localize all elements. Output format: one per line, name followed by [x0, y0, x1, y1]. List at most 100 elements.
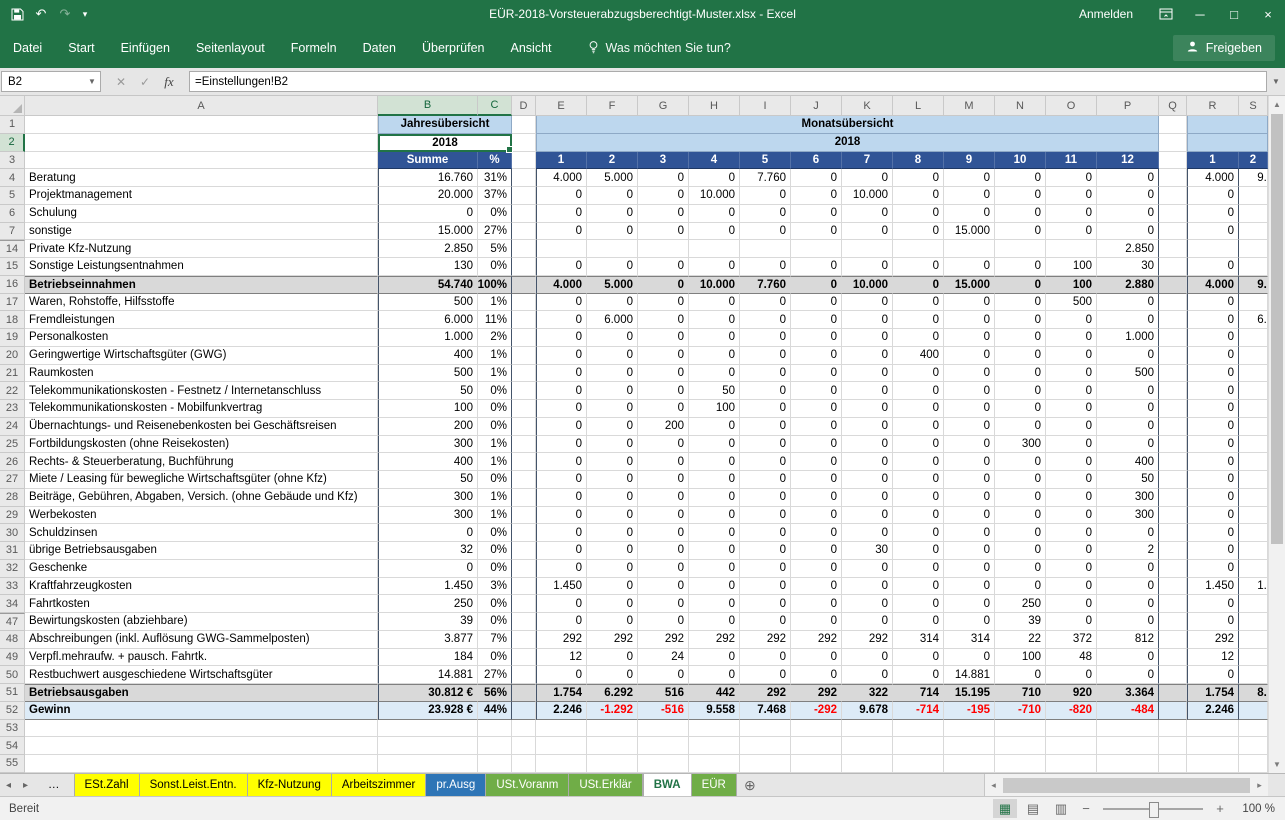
cell-R3[interactable]: 1 [1187, 152, 1239, 170]
cell-E7[interactable]: 0 [536, 223, 587, 241]
cell-D31[interactable] [512, 542, 536, 560]
cell-S55[interactable] [1239, 755, 1268, 773]
cell-S16[interactable]: 9.000 [1239, 276, 1268, 294]
cell-G19[interactable]: 0 [638, 329, 689, 347]
cell-P29[interactable]: 300 [1097, 507, 1159, 525]
cell-R1[interactable] [1187, 116, 1268, 134]
cell-N30[interactable]: 0 [995, 524, 1046, 542]
cell-I6[interactable]: 0 [740, 205, 791, 223]
cell-M30[interactable]: 0 [944, 524, 995, 542]
cell-M26[interactable]: 0 [944, 453, 995, 471]
cell-R18[interactable]: 0 [1187, 311, 1239, 329]
cell-O6[interactable]: 0 [1046, 205, 1097, 223]
cell-B33[interactable]: 1.450 [378, 578, 478, 596]
cell-N21[interactable]: 0 [995, 365, 1046, 383]
cell-O24[interactable]: 0 [1046, 418, 1097, 436]
row-header-47[interactable]: 47 [0, 613, 25, 631]
cell-L51[interactable]: 714 [893, 684, 944, 702]
cell-F49[interactable]: 0 [587, 649, 638, 667]
cell-Q49[interactable] [1159, 649, 1187, 667]
cell-E22[interactable]: 0 [536, 382, 587, 400]
cell-K26[interactable]: 0 [842, 453, 893, 471]
cell-N16[interactable]: 0 [995, 276, 1046, 294]
cell-J24[interactable]: 0 [791, 418, 842, 436]
zoom-slider-thumb[interactable] [1149, 802, 1159, 818]
cell-L14[interactable] [893, 240, 944, 258]
cell-A18[interactable]: Fremdleistungen [25, 311, 378, 329]
cell-Q47[interactable] [1159, 613, 1187, 631]
cell-J5[interactable]: 0 [791, 187, 842, 205]
cell-N50[interactable]: 0 [995, 666, 1046, 684]
cell-K3[interactable]: 7 [842, 152, 893, 170]
cell-A14[interactable]: Private Kfz-Nutzung [25, 240, 378, 258]
row-header-5[interactable]: 5 [0, 187, 25, 205]
cell-C47[interactable]: 0% [478, 613, 512, 631]
cell-H4[interactable]: 0 [689, 169, 740, 187]
cell-F7[interactable]: 0 [587, 223, 638, 241]
cell-N32[interactable]: 0 [995, 560, 1046, 578]
row-header-16[interactable]: 16 [0, 276, 25, 294]
cell-J21[interactable]: 0 [791, 365, 842, 383]
cell-A17[interactable]: Waren, Rohstoffe, Hilfsstoffe [25, 294, 378, 312]
minimize-button[interactable]: ─ [1183, 0, 1217, 28]
cell-L16[interactable]: 0 [893, 276, 944, 294]
cell-B21[interactable]: 500 [378, 365, 478, 383]
cell-S25[interactable]: 0 [1239, 436, 1268, 454]
cell-D49[interactable] [512, 649, 536, 667]
cell-M5[interactable]: 0 [944, 187, 995, 205]
cell-P23[interactable]: 0 [1097, 400, 1159, 418]
cell-I19[interactable]: 0 [740, 329, 791, 347]
cell-E3[interactable]: 1 [536, 152, 587, 170]
cell-R27[interactable]: 0 [1187, 471, 1239, 489]
cell-S54[interactable] [1239, 737, 1268, 755]
cell-S32[interactable]: 0 [1239, 560, 1268, 578]
cell-M48[interactable]: 314 [944, 631, 995, 649]
cell-H14[interactable] [689, 240, 740, 258]
row-header-29[interactable]: 29 [0, 507, 25, 525]
cell-O50[interactable]: 0 [1046, 666, 1097, 684]
col-header-R[interactable]: R [1187, 96, 1239, 116]
cell-Q6[interactable] [1159, 205, 1187, 223]
cell-N52[interactable]: -710 [995, 702, 1046, 720]
cell-E29[interactable]: 0 [536, 507, 587, 525]
cell-A50[interactable]: Restbuchwert ausgeschiedene Wirtschaftsg… [25, 666, 378, 684]
cell-G17[interactable]: 0 [638, 294, 689, 312]
cell-E26[interactable]: 0 [536, 453, 587, 471]
cell-C28[interactable]: 1% [478, 489, 512, 507]
zoom-in-icon[interactable]: + [1211, 801, 1229, 816]
cell-S31[interactable]: 0 [1239, 542, 1268, 560]
cell-P50[interactable]: 0 [1097, 666, 1159, 684]
cell-J14[interactable] [791, 240, 842, 258]
cell-G21[interactable]: 0 [638, 365, 689, 383]
cell-G49[interactable]: 24 [638, 649, 689, 667]
tab-einfuegen[interactable]: Einfügen [108, 28, 183, 68]
cell-I4[interactable]: 7.760 [740, 169, 791, 187]
cell-L6[interactable]: 0 [893, 205, 944, 223]
cell-F16[interactable]: 5.000 [587, 276, 638, 294]
cell-D29[interactable] [512, 507, 536, 525]
cell-G53[interactable] [638, 720, 689, 738]
cell-D47[interactable] [512, 613, 536, 631]
cell-B19[interactable]: 1.000 [378, 329, 478, 347]
cell-E51[interactable]: 1.754 [536, 684, 587, 702]
cell-A4[interactable]: Beratung [25, 169, 378, 187]
select-all-corner[interactable] [0, 96, 25, 116]
cell-Q2[interactable] [1159, 134, 1187, 152]
cell-D26[interactable] [512, 453, 536, 471]
cell-J34[interactable]: 0 [791, 595, 842, 613]
cell-M50[interactable]: 14.881 [944, 666, 995, 684]
cell-D54[interactable] [512, 737, 536, 755]
cell-C20[interactable]: 1% [478, 347, 512, 365]
cell-D24[interactable] [512, 418, 536, 436]
cell-E21[interactable]: 0 [536, 365, 587, 383]
cell-Q31[interactable] [1159, 542, 1187, 560]
cell-R17[interactable]: 0 [1187, 294, 1239, 312]
cell-R2[interactable] [1187, 134, 1268, 152]
col-header-H[interactable]: H [689, 96, 740, 116]
cell-E33[interactable]: 1.450 [536, 578, 587, 596]
cell-C34[interactable]: 0% [478, 595, 512, 613]
cell-E34[interactable]: 0 [536, 595, 587, 613]
cell-P18[interactable]: 0 [1097, 311, 1159, 329]
cell-F22[interactable]: 0 [587, 382, 638, 400]
cell-E18[interactable]: 0 [536, 311, 587, 329]
